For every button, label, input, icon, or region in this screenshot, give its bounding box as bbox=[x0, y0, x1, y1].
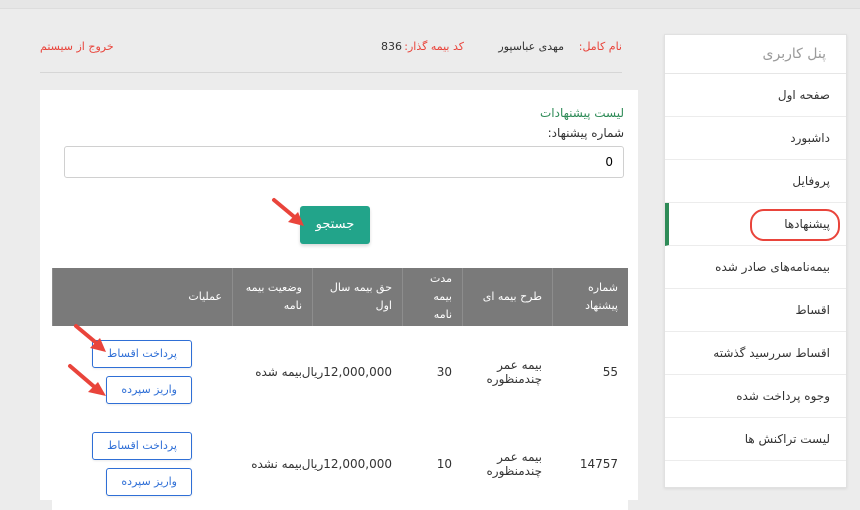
sidebar-item-home[interactable]: صفحه اول bbox=[665, 74, 846, 117]
proposal-number-input[interactable] bbox=[64, 146, 624, 178]
header-cell-status: وضعیت بیمه نامه bbox=[232, 268, 312, 326]
cell-operations: پرداخت اقساط واریز سپرده bbox=[52, 418, 232, 510]
highlight-circle bbox=[750, 209, 840, 241]
deposit-button[interactable]: واریز سپرده bbox=[106, 376, 192, 404]
insurer-code-value: 836 bbox=[381, 40, 402, 53]
sidebar-item-dashboard[interactable]: داشبورد bbox=[665, 117, 846, 160]
sidebar-item-profile[interactable]: پروفایل bbox=[665, 160, 846, 203]
proposal-number-label: شماره پیشنهاد: bbox=[547, 126, 624, 140]
cell-premium: 12,000,000ریال bbox=[301, 457, 392, 471]
deposit-button[interactable]: واریز سپرده bbox=[106, 468, 192, 496]
proposals-table: شماره پیشنهاد طرح بیمه ای مدت بیمه نامه … bbox=[52, 268, 628, 510]
cell-duration: 30 bbox=[436, 365, 452, 379]
cell-number: 14757 bbox=[579, 457, 618, 471]
sidebar-item-paid-funds[interactable]: وجوه پرداخت شده bbox=[665, 375, 846, 418]
cell-number: 55 bbox=[602, 365, 618, 379]
sidebar: پنل کاربری صفحه اول داشبورد پروفایل پیشن… bbox=[664, 34, 847, 488]
sidebar-item-installments[interactable]: اقساط bbox=[665, 289, 846, 332]
user-header: نام کامل: مهدی عباسپور کد بیمه گذار: 836… bbox=[40, 36, 622, 73]
cell-operations: پرداخت اقساط واریز سپرده bbox=[52, 326, 232, 418]
sidebar-item-overdue-installments[interactable]: اقساط سررسید گذشته bbox=[665, 332, 846, 375]
cell-status: بیمه نشده bbox=[251, 457, 302, 471]
pay-installments-button[interactable]: پرداخت اقساط bbox=[92, 432, 192, 460]
cell-plan: بیمه عمر چندمنظوره bbox=[486, 450, 542, 478]
page-title: لیست پیشنهادات bbox=[539, 106, 624, 120]
logout-link[interactable]: خروج از سیستم bbox=[40, 40, 114, 53]
proposals-card: لیست پیشنهادات شماره پیشنهاد: جستجو شمار… bbox=[40, 90, 638, 510]
sidebar-item-issued-policies[interactable]: بیمه‌نامه‌های صادر شده bbox=[665, 246, 846, 289]
pay-installments-button[interactable]: پرداخت اقساط bbox=[92, 340, 192, 368]
table-row: 14757 بیمه عمر چندمنظوره 10 12,000,000ری… bbox=[52, 418, 628, 510]
header-cell-premium: حق بیمه سال اول bbox=[312, 268, 402, 326]
header-cell-plan: طرح بیمه ای bbox=[462, 268, 552, 326]
cell-plan: بیمه عمر چندمنظوره bbox=[486, 358, 542, 386]
search-button[interactable]: جستجو bbox=[300, 206, 370, 244]
insurer-code-label: کد بیمه گذار: bbox=[404, 40, 464, 53]
header-cell-number: شماره پیشنهاد bbox=[552, 268, 628, 326]
cell-premium: 12,000,000ریال bbox=[301, 365, 392, 379]
cell-duration: 10 bbox=[436, 457, 452, 471]
full-name-value: مهدی عباسپور bbox=[498, 40, 564, 53]
table-header: شماره پیشنهاد طرح بیمه ای مدت بیمه نامه … bbox=[52, 268, 628, 326]
sidebar-title: پنل کاربری bbox=[665, 35, 846, 74]
cell-status: بیمه شده bbox=[255, 365, 302, 379]
full-name-label: نام کامل: bbox=[578, 40, 622, 53]
top-bar bbox=[0, 0, 860, 9]
table-row: 55 بیمه عمر چندمنظوره 30 12,000,000ریال … bbox=[52, 326, 628, 418]
header-cell-duration: مدت بیمه نامه bbox=[402, 268, 462, 326]
sidebar-item-transactions[interactable]: لیست تراکنش ها bbox=[665, 418, 846, 461]
sidebar-item-proposals[interactable]: پیشنهادها bbox=[665, 203, 846, 246]
header-cell-operations: عملیات bbox=[52, 268, 232, 326]
